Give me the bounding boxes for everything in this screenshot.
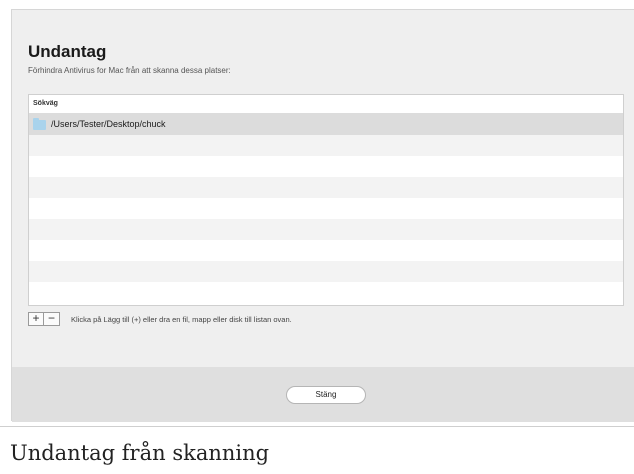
- row-path: /Users/Tester/Desktop/chuck: [51, 119, 166, 129]
- divider: [0, 426, 634, 427]
- table-row-empty: [29, 198, 623, 219]
- table-row-empty: [29, 135, 623, 156]
- table-row-empty: [29, 261, 623, 282]
- exclusions-dialog: Undantag Förhindra Antivirus for Mac frå…: [11, 9, 634, 422]
- dialog-title: Undantag: [28, 42, 107, 61]
- remove-button[interactable]: −: [44, 312, 60, 326]
- table-row-empty: [29, 282, 623, 303]
- add-hint-text: Klicka på Lägg till (+) eller dra en fil…: [71, 315, 292, 324]
- column-header-path[interactable]: Sökväg: [29, 95, 623, 114]
- figure-caption: Undantag från skanning: [10, 441, 270, 465]
- add-button[interactable]: +: [28, 312, 44, 326]
- close-button[interactable]: Stäng: [286, 386, 366, 404]
- dialog-footer: Stäng: [12, 367, 634, 422]
- table-row-empty: [29, 177, 623, 198]
- table-row-empty: [29, 240, 623, 261]
- exclusions-table[interactable]: Sökväg /Users/Tester/Desktop/chuck: [28, 94, 624, 306]
- list-controls: + −: [28, 312, 60, 326]
- table-row-empty: [29, 156, 623, 177]
- folder-icon: [33, 118, 46, 130]
- dialog-subtitle: Förhindra Antivirus for Mac från att ska…: [28, 66, 231, 75]
- table-row[interactable]: /Users/Tester/Desktop/chuck: [29, 114, 623, 135]
- table-row-empty: [29, 219, 623, 240]
